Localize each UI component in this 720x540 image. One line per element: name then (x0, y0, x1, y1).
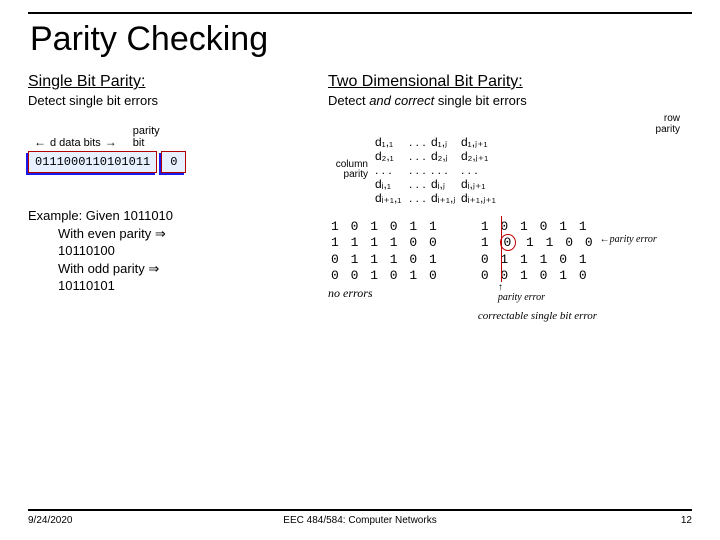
bit-examples: 1 0 1 0 1 1 1 1 1 1 0 0 0 1 1 1 0 1 0 0 … (328, 219, 692, 322)
right-subheading: Detect and correct single bit errors (328, 93, 692, 108)
example-line4: With odd parity ⇒ (58, 260, 308, 278)
no-errors-caption: no errors (328, 286, 442, 301)
bits-no-error: 1 0 1 0 1 1 1 1 1 1 0 0 0 1 1 1 0 1 0 0 … (328, 219, 442, 322)
correctable-caption: correctable single bit error (478, 310, 598, 322)
single-parity-diagram: ← d data bits → parity bit 0111000110101… (28, 126, 308, 173)
left-heading: Single Bit Parity: (28, 73, 308, 91)
d-matrix: d₁,₁. . .d₁,ⱼd₁,ⱼ₊₁ d₂,₁. . .d₂,ⱼd₂,ⱼ₊₁ … (374, 135, 502, 205)
error-vline-icon (501, 216, 502, 282)
example-line1: Example: Given 1011010 (28, 207, 308, 225)
parity-error-bottom-label: ↑parity error (498, 283, 545, 303)
slide: Parity Checking Single Bit Parity: Detec… (0, 0, 720, 540)
arrow-right-icon: → (105, 135, 117, 149)
parity-error-right-label: ←parity error (600, 235, 657, 245)
slide-title: Parity Checking (30, 20, 692, 59)
row-parity-label: row parity (544, 114, 692, 135)
parity-bit-label: parity bit (133, 126, 160, 149)
col-single-parity: Single Bit Parity: Detect single bit err… (28, 67, 308, 322)
example-block: Example: Given 1011010 With even parity … (28, 207, 308, 295)
footer: 9/24/2020 EEC 484/584: Computer Networks… (28, 509, 692, 526)
single-parity-labels: ← d data bits → parity bit (34, 126, 308, 149)
example-line2: With even parity ⇒ (58, 225, 308, 243)
right-heading: Two Dimensional Bit Parity: (328, 73, 692, 91)
footer-date: 9/24/2020 (28, 515, 73, 526)
example-line5: 10110101 (58, 277, 308, 295)
footer-page: 12 (681, 515, 692, 526)
bits-with-error: 1 0 1 0 1 1 1 0 1 1 0 0 0 1 1 1 0 1 0 0 … (478, 219, 598, 322)
parity-bit-box: 0 (161, 151, 186, 173)
left-subheading: Detect single bit errors (28, 93, 308, 108)
title-rule (28, 12, 692, 14)
col-twod-parity: Two Dimensional Bit Parity: Detect and c… (328, 67, 692, 322)
d-bits-label: d data bits (50, 137, 101, 149)
example-line3: 10110100 (58, 242, 308, 260)
arrow-left-icon: ← (34, 135, 46, 149)
error-bit-circle-icon: 0 (500, 234, 516, 251)
single-parity-boxes: 0111000110101011 0 (28, 151, 308, 173)
footer-course: EEC 484/584: Computer Networks (283, 515, 436, 526)
twod-matrix-diagram: row parity column parity d₁,₁. . .d₁,ⱼd₁… (328, 114, 692, 205)
data-bits-box: 0111000110101011 (28, 151, 157, 173)
content-columns: Single Bit Parity: Detect single bit err… (28, 67, 692, 322)
column-parity-label: column parity (328, 160, 368, 181)
